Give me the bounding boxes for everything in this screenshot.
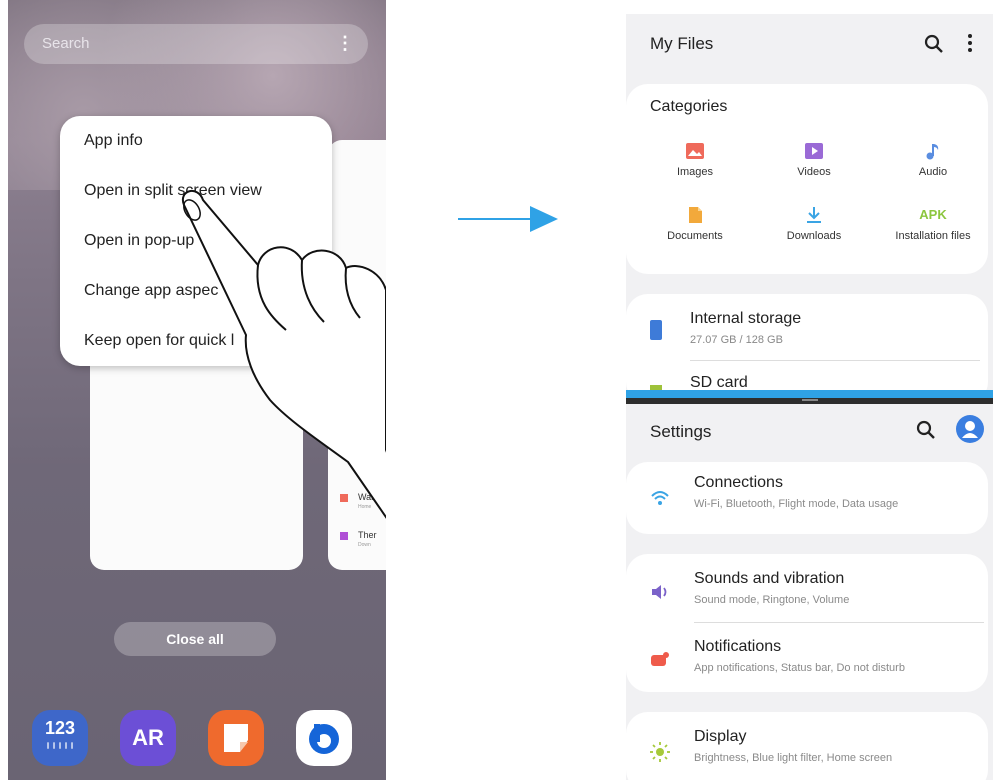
hand-gesture-illustration xyxy=(181,190,386,519)
category-label: Videos xyxy=(797,166,831,178)
split-handle[interactable] xyxy=(802,399,818,401)
wifi-icon xyxy=(651,491,669,505)
settings-item-connections[interactable]: Connections Wi-Fi, Bluetooth, Flight mod… xyxy=(626,462,988,534)
music-note-icon xyxy=(926,144,939,160)
split-screen-view: My Files Categories Images Videos Audio xyxy=(626,14,993,780)
person-icon xyxy=(962,421,978,438)
recent-apps-screen: Search ⋮ Wall Home Ther Down App info Op… xyxy=(8,0,386,780)
video-icon xyxy=(805,143,823,159)
category-label: Downloads xyxy=(786,230,842,242)
categories-card: Categories Images Videos Audio Documents xyxy=(626,84,988,274)
settings-item-title: Sounds and vibration xyxy=(694,570,845,587)
speaker-icon xyxy=(652,585,667,599)
account-icon[interactable] xyxy=(956,415,984,443)
settings-item-sub: Brightness, Blue light filter, Home scre… xyxy=(694,752,893,764)
document-icon xyxy=(689,207,702,223)
settings-item-title: Notifications xyxy=(694,638,782,655)
notification-icon xyxy=(651,652,669,666)
category-downloads[interactable]: Downloads xyxy=(759,206,869,242)
page-title: My Files xyxy=(650,34,714,53)
settings-app: Settings Connections Wi-Fi, Bluetooth, F… xyxy=(626,404,993,780)
category-audio[interactable]: Audio xyxy=(878,142,988,178)
more-options-icon[interactable] xyxy=(966,32,974,54)
category-documents[interactable]: Documents xyxy=(640,206,750,242)
page-title: Settings xyxy=(650,422,712,441)
storage-usage: 27.07 GB / 128 GB xyxy=(690,334,783,346)
split-screen-divider[interactable] xyxy=(626,390,993,398)
download-icon xyxy=(807,207,821,223)
settings-item-sub: Sound mode, Ringtone, Volume xyxy=(694,594,850,606)
storage-card: Internal storage 27.07 GB / 128 GB SD ca… xyxy=(626,294,988,404)
settings-item-sub: Wi-Fi, Bluetooth, Flight mode, Data usag… xyxy=(694,498,899,510)
category-videos[interactable]: Videos xyxy=(759,142,869,178)
settings-item-display[interactable]: Display Brightness, Blue light filter, H… xyxy=(626,712,988,780)
divider xyxy=(690,360,980,361)
sun-icon xyxy=(650,742,670,762)
settings-item-title: Connections xyxy=(694,474,783,491)
phone-storage-icon xyxy=(650,320,662,340)
category-label: Installation files xyxy=(895,230,971,242)
arrow-right-icon xyxy=(458,206,558,232)
category-label: Images xyxy=(676,166,714,178)
settings-group-card: Sounds and vibration Sound mode, Rington… xyxy=(626,554,988,692)
settings-item-title: Display xyxy=(694,728,747,745)
category-installation-files[interactable]: APK Installation files xyxy=(878,206,988,242)
category-label: Documents xyxy=(667,230,723,242)
divider xyxy=(694,622,984,623)
image-icon xyxy=(686,143,704,159)
storage-title[interactable]: Internal storage xyxy=(690,310,801,328)
category-images[interactable]: Images xyxy=(640,142,750,178)
section-title: Categories xyxy=(650,98,728,115)
settings-item-sub: App notifications, Status bar, Do not di… xyxy=(694,662,905,674)
apk-icon: APK xyxy=(919,207,947,222)
category-label: Audio xyxy=(918,166,948,178)
search-icon[interactable] xyxy=(916,420,936,440)
search-icon[interactable] xyxy=(924,34,944,54)
